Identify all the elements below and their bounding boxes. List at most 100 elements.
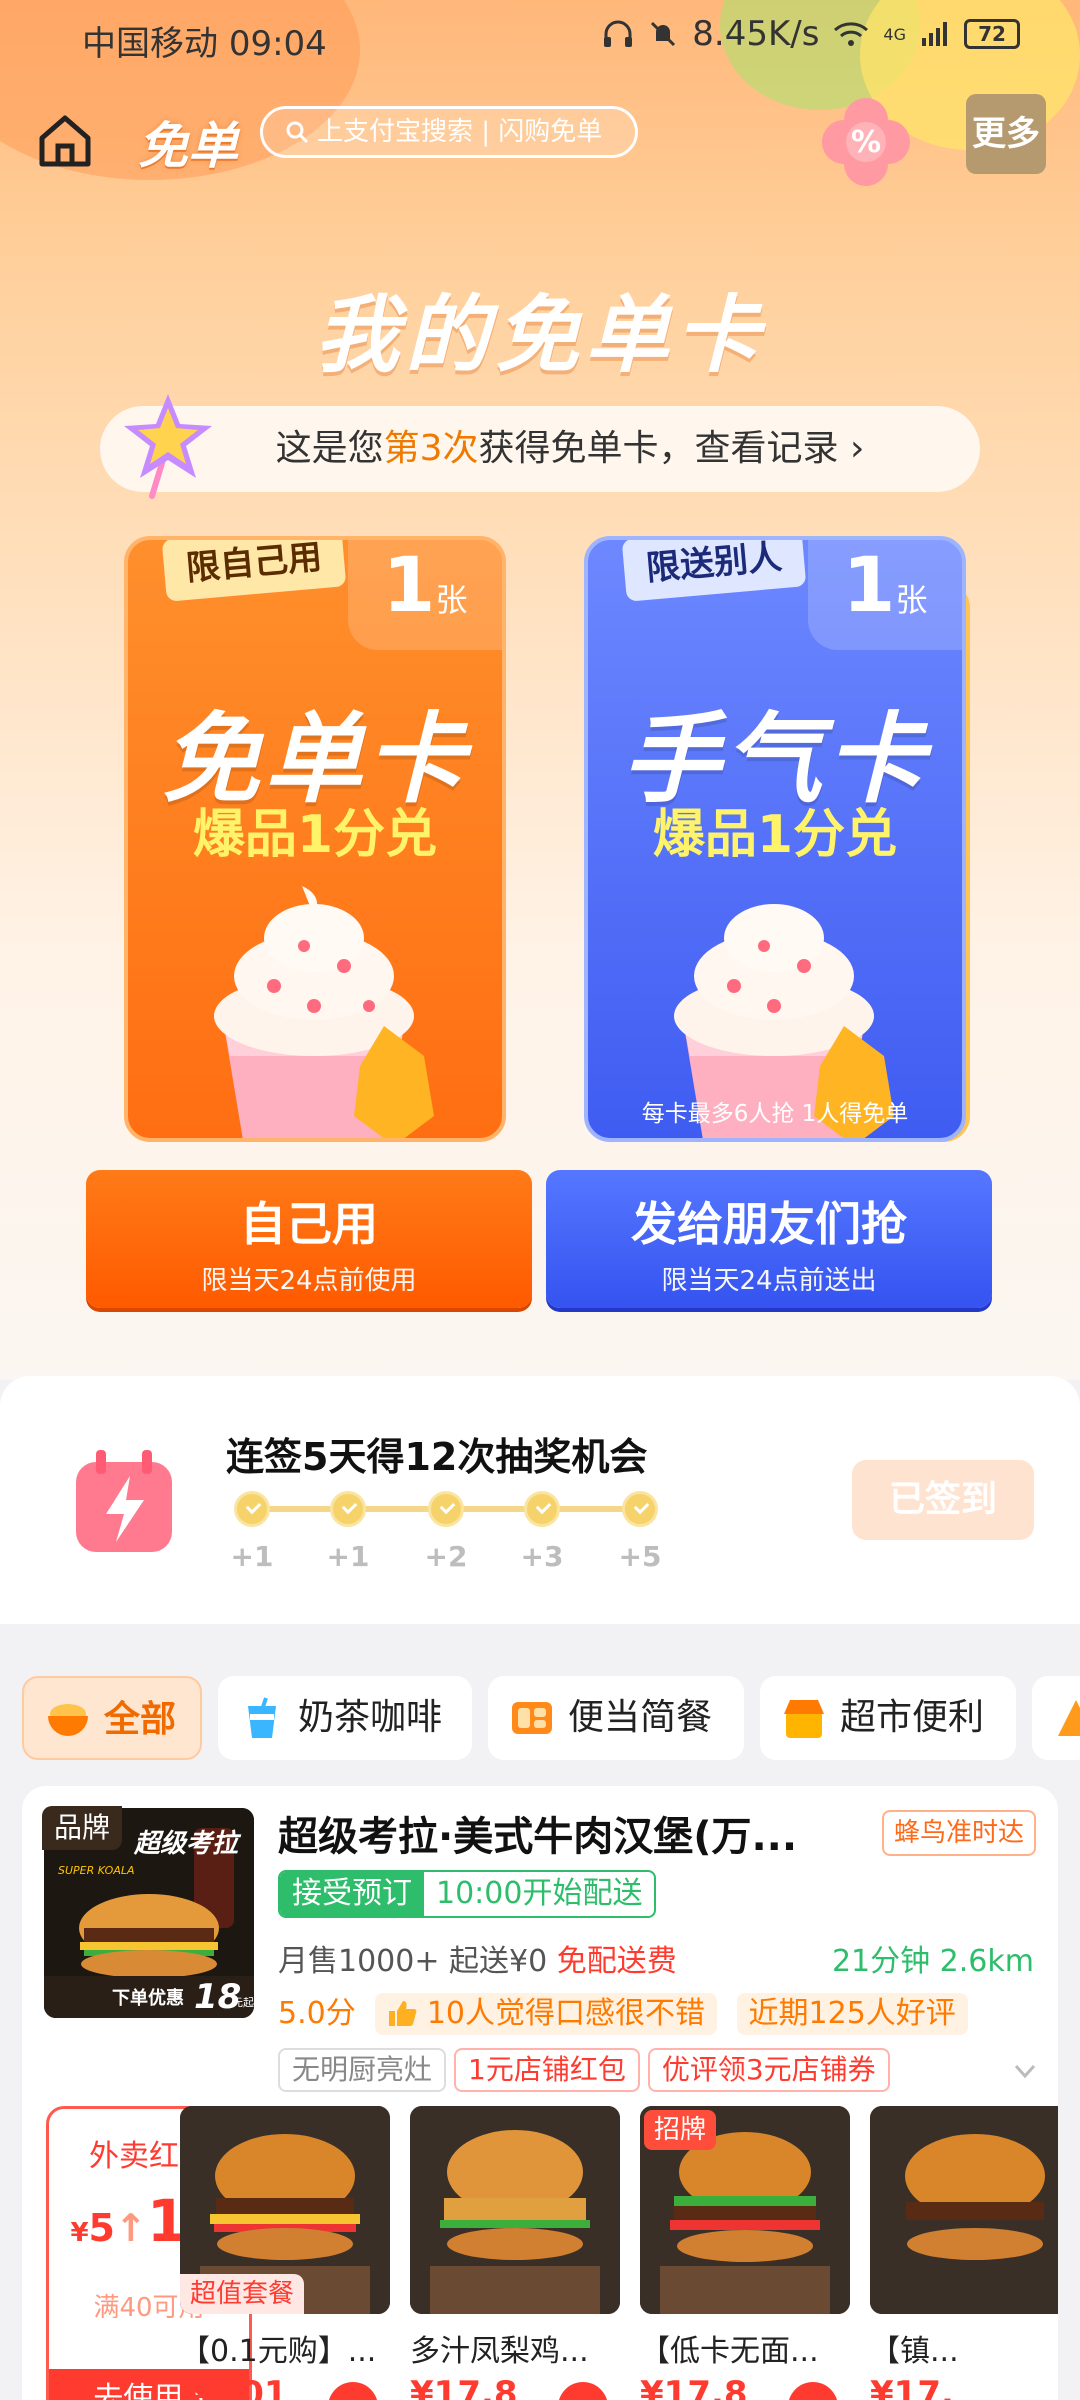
- shop-name[interactable]: 超级考拉·美式牛肉汉堡(万...: [278, 1804, 818, 1862]
- tab-supermarket[interactable]: 超市便利: [760, 1676, 1016, 1760]
- hero-background: 中国移动 09:04 8.45K/s 4G 72 免单 上支付宝搜索 | 闪购免…: [0, 0, 1080, 1380]
- notice-suffix: 获得免单卡，查看记录 ›: [478, 428, 865, 469]
- day-check-icon: [524, 1491, 560, 1527]
- mute-bell-icon: [651, 21, 676, 47]
- bento-icon: [512, 1702, 552, 1734]
- drink-cup-icon: [248, 1697, 276, 1738]
- product-name: 【低卡无面...: [640, 2334, 819, 2369]
- card-count: 1张: [808, 540, 962, 650]
- card-count-number: 1: [382, 540, 436, 629]
- ice-cream-image: [214, 886, 434, 1138]
- old-value: 5: [88, 2206, 115, 2250]
- delivery-eta: 21分钟 2.6km: [831, 1944, 1034, 1979]
- carrier-name: 中国移动: [82, 24, 218, 64]
- network-speed: 8.45K/s: [692, 14, 820, 54]
- day-reward: +5: [618, 1540, 662, 1573]
- signin-panel: 连签5天得12次抽奖机会 +1 +1 +2 +3 +5 已签到: [0, 1376, 1080, 1624]
- tab-more-partial[interactable]: [1032, 1676, 1080, 1760]
- day-check-icon: [234, 1491, 270, 1527]
- signal-icon: [922, 22, 947, 46]
- arrow-up-icon: ↑: [114, 2206, 147, 2250]
- svg-text:%: %: [851, 125, 881, 160]
- network-type: 4G: [883, 24, 906, 44]
- currency: ¥: [70, 2218, 89, 2248]
- coupon-row: 无明厨亮灶 1元店铺红包 优评领3元店铺券: [278, 2048, 898, 2092]
- card-count: 1张: [348, 540, 502, 650]
- history-link[interactable]: 这是您第3次获得免单卡，查看记录 ›: [100, 406, 980, 492]
- kitchen-tag: 无明厨亮灶: [278, 2048, 447, 2092]
- product-item[interactable]: 【镇... ¥17.: [870, 2106, 1058, 2400]
- chevron-down-icon[interactable]: [1012, 2058, 1038, 2084]
- tab-milk-tea-coffee[interactable]: 奶茶咖啡: [218, 1676, 472, 1760]
- shop-meta: 月售1000+ 起送¥0 免配送费: [278, 1936, 677, 1980]
- star-wand-icon: [124, 394, 212, 499]
- recent-reviews: 近期125人好评: [736, 1993, 968, 2035]
- tab-label: 全部: [104, 1699, 177, 1740]
- notice-prefix: 这是您: [275, 428, 384, 469]
- product-image: [870, 2106, 1058, 2314]
- delivery-badge: 蜂鸟准时达: [882, 1810, 1037, 1856]
- status-icons: 8.45K/s 4G 72: [602, 14, 1020, 54]
- preorder-time: 10:00开始配送: [436, 1876, 643, 1911]
- day-reward: +1: [326, 1540, 370, 1573]
- free-delivery: 免配送费: [556, 1944, 677, 1979]
- lucky-card[interactable]: 1张 手气卡 爆品1分兑 每卡最多6人抢 1人得免单 限送别人: [584, 536, 966, 1142]
- tab-label: 奶茶咖啡: [298, 1697, 443, 1738]
- product-image: [410, 2106, 620, 2314]
- product-image: 招牌: [640, 2106, 850, 2314]
- promo-unit: 元起: [232, 1996, 254, 2009]
- review-chip: 10人觉得口感很不错: [375, 1993, 717, 2035]
- header-bar: 免单 上支付宝搜索 | 闪购免单 % 更多: [0, 94, 1080, 190]
- coupon-chip[interactable]: 1元店铺红包: [454, 2048, 640, 2092]
- discount-flower-icon: %: [822, 98, 910, 186]
- signed-in-button[interactable]: 已签到: [852, 1460, 1034, 1540]
- button-label: 自己用: [240, 1197, 378, 1251]
- page-title: 我的免单卡: [314, 286, 765, 384]
- signin-title: 连签5天得12次抽奖机会: [226, 1435, 648, 1479]
- tab-bento[interactable]: 便当简餐: [488, 1676, 744, 1760]
- card-subtitle: 爆品1分兑: [652, 805, 898, 865]
- card-note: 每卡最多6人抢 1人得免单: [641, 1101, 909, 1127]
- status-bar: 中国移动 09:04 8.45K/s 4G 72: [0, 0, 1080, 80]
- free-order-card[interactable]: 1张 免单卡 爆品1分兑 限自己用: [124, 536, 506, 1142]
- preorder-label: 接受预订: [280, 1872, 424, 1916]
- product-item[interactable]: 多汁凤梨鸡... ¥17.8: [410, 2106, 620, 2400]
- home-icon[interactable]: [36, 112, 94, 170]
- preorder-badge: 接受预订 10:00开始配送: [278, 1870, 657, 1918]
- brand-badge: 品牌: [42, 1806, 123, 1850]
- tab-label: 便当简餐: [568, 1697, 713, 1738]
- store-icon: [784, 1700, 824, 1738]
- search-icon: [286, 121, 309, 144]
- coupon-chip[interactable]: 优评领3元店铺券: [647, 2048, 890, 2092]
- promo-label: 下单优惠: [112, 1987, 184, 2009]
- headphones-icon: [604, 20, 633, 47]
- use-myself-button[interactable]: 自己用 限当天24点前使用: [86, 1170, 532, 1308]
- product-item[interactable]: 招牌 【低卡无面... ¥17.8: [640, 2106, 850, 2400]
- product-item[interactable]: 超值套餐 【0.1元购】... ¥0.01: [180, 2106, 390, 2400]
- category-tabs: 全部 奶茶咖啡 便当简餐 超市便利: [0, 1676, 1080, 1762]
- more-button[interactable]: 更多: [966, 94, 1046, 174]
- status-carrier-time: 中国移动 09:04: [82, 16, 327, 65]
- button-sublabel: 限当天24点前使用: [201, 1266, 417, 1296]
- rating-row: 5.0分 10人觉得口感很不错 近期125人好评: [278, 1988, 968, 2035]
- shop-score: 5.0分: [278, 1996, 356, 2031]
- search-box[interactable]: 上支付宝搜索 | 闪购免单: [260, 106, 638, 158]
- card-tag: 限自己用: [161, 540, 347, 602]
- card-count-unit: 张: [895, 581, 928, 619]
- battery-icon: 72: [964, 19, 1020, 49]
- day-reward: +3: [520, 1540, 564, 1573]
- search-placeholder: 上支付宝搜索 | 闪购免单: [317, 117, 603, 147]
- shop-card[interactable]: 下单优惠 18 元起 超级考拉 SUPER KOALA 品牌 超级考拉·美式牛肉…: [22, 1786, 1058, 2400]
- day-check-icon: [428, 1491, 464, 1527]
- card-tag: 限送别人: [621, 540, 807, 602]
- brand-logo-text: 超级考拉: [133, 1829, 242, 1859]
- product-name: 【0.1元购】...: [180, 2334, 377, 2369]
- wifi-icon: [834, 22, 869, 46]
- product-tag: 超值套餐: [180, 2274, 305, 2314]
- app-logo: 免单: [138, 117, 238, 175]
- card-count-unit: 张: [435, 581, 468, 619]
- send-to-friends-button[interactable]: 发给朋友们抢 限当天24点前送出: [546, 1170, 992, 1308]
- thumbs-up-icon: [389, 2001, 417, 2026]
- tab-all[interactable]: 全部: [22, 1676, 202, 1760]
- category-icon: [1058, 1700, 1080, 1736]
